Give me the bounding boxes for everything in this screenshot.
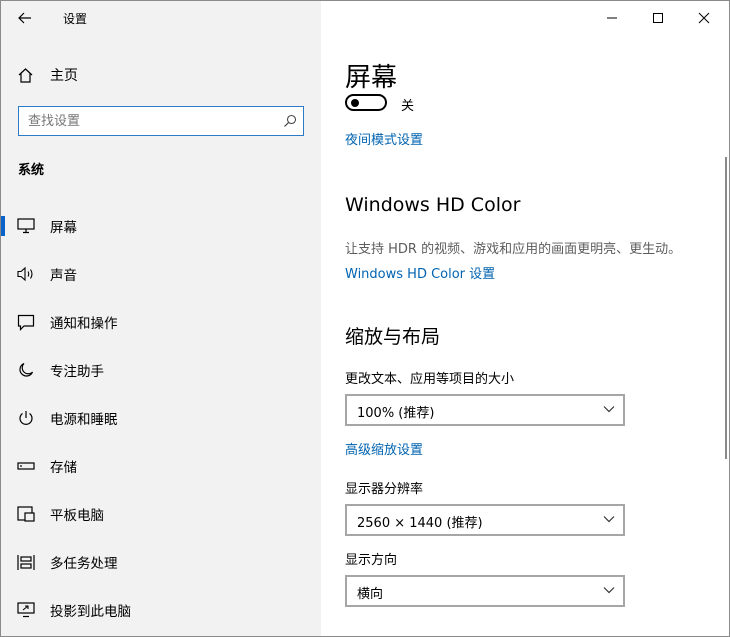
sidebar-item-power-sleep[interactable]: 电源和睡眠 (1, 398, 321, 438)
sidebar-item-tablet[interactable]: 平板电脑 (1, 494, 321, 534)
night-light-toggle-state: 关 (401, 99, 415, 114)
close-icon (698, 12, 710, 24)
sidebar-item-label: 屏幕 (50, 220, 77, 236)
sidebar: 设置 主页 系统 屏幕 声音 (1, 1, 321, 636)
minimize-icon (607, 17, 617, 19)
notification-icon (17, 313, 35, 331)
home-label: 主页 (50, 68, 78, 84)
search-input[interactable] (28, 107, 278, 135)
storage-icon (17, 457, 35, 475)
resolution-value: 2560 × 1440 (推荐) (357, 516, 483, 531)
main-content: 屏幕 关 夜间模式设置 Windows HD Color 让支持 HDR 的视频… (321, 1, 729, 636)
toggle-knob (351, 99, 359, 107)
settings-window: 设置 主页 系统 屏幕 声音 (0, 0, 730, 637)
sidebar-item-label: 平板电脑 (50, 508, 104, 524)
project-icon (17, 601, 35, 619)
orientation-label: 显示方向 (345, 553, 398, 568)
text-size-value: 100% (推荐) (357, 406, 435, 421)
speaker-icon (17, 265, 35, 283)
search-box[interactable] (18, 106, 304, 136)
multitask-icon (17, 553, 35, 571)
sidebar-item-focus-assist[interactable]: 专注助手 (1, 350, 321, 390)
maximize-button[interactable] (635, 1, 681, 35)
hd-color-description: 让支持 HDR 的视频、游戏和应用的画面更明亮、更生动。 (345, 242, 682, 257)
moon-icon (17, 361, 35, 379)
back-button[interactable] (11, 6, 39, 30)
maximize-icon (653, 13, 663, 23)
close-button[interactable] (681, 1, 727, 35)
hd-color-settings-link[interactable]: Windows HD Color 设置 (345, 263, 495, 282)
sidebar-item-notifications[interactable]: 通知和操作 (1, 302, 321, 342)
night-light-settings-link[interactable]: 夜间模式设置 (345, 129, 423, 148)
minimize-button[interactable] (589, 1, 635, 35)
tablet-icon (17, 505, 35, 523)
text-size-dropdown[interactable]: 100% (推荐) (345, 394, 625, 426)
sidebar-item-storage[interactable]: 存储 (1, 446, 321, 486)
scrollbar[interactable] (725, 157, 727, 459)
chevron-down-icon (603, 587, 615, 594)
chevron-down-icon (603, 516, 615, 523)
text-size-label: 更改文本、应用等项目的大小 (345, 372, 515, 387)
sidebar-item-label: 专注助手 (50, 364, 104, 380)
section-label-system: 系统 (18, 163, 45, 178)
scale-layout-heading: 缩放与布局 (345, 326, 441, 348)
resolution-label: 显示器分辨率 (345, 482, 424, 497)
sidebar-item-sound[interactable]: 声音 (1, 254, 321, 294)
sidebar-item-label: 存储 (50, 460, 77, 476)
home-icon (18, 67, 33, 83)
resolution-dropdown[interactable]: 2560 × 1440 (推荐) (345, 504, 625, 536)
home-link[interactable]: 主页 (17, 63, 78, 87)
page-title: 屏幕 (345, 63, 398, 93)
power-icon (17, 409, 35, 427)
orientation-value: 横向 (357, 587, 384, 602)
chevron-down-icon (603, 406, 615, 413)
sidebar-item-label: 多任务处理 (50, 556, 118, 572)
monitor-icon (17, 217, 35, 235)
hd-color-heading: Windows HD Color (345, 194, 521, 216)
advanced-scaling-link[interactable]: 高级缩放设置 (345, 439, 423, 458)
sidebar-item-multitasking[interactable]: 多任务处理 (1, 542, 321, 582)
night-light-toggle[interactable] (345, 94, 387, 111)
sidebar-item-label: 声音 (50, 268, 77, 284)
sidebar-item-label: 通知和操作 (50, 316, 118, 332)
app-title: 设置 (63, 12, 88, 26)
sidebar-item-project[interactable]: 投影到此电脑 (1, 590, 321, 630)
sidebar-item-display[interactable]: 屏幕 (1, 206, 321, 246)
search-icon[interactable] (283, 114, 297, 128)
orientation-dropdown[interactable]: 横向 (345, 575, 625, 607)
back-arrow-icon (18, 12, 31, 24)
sidebar-item-label: 电源和睡眠 (50, 412, 118, 428)
sidebar-item-label: 投影到此电脑 (50, 604, 131, 620)
